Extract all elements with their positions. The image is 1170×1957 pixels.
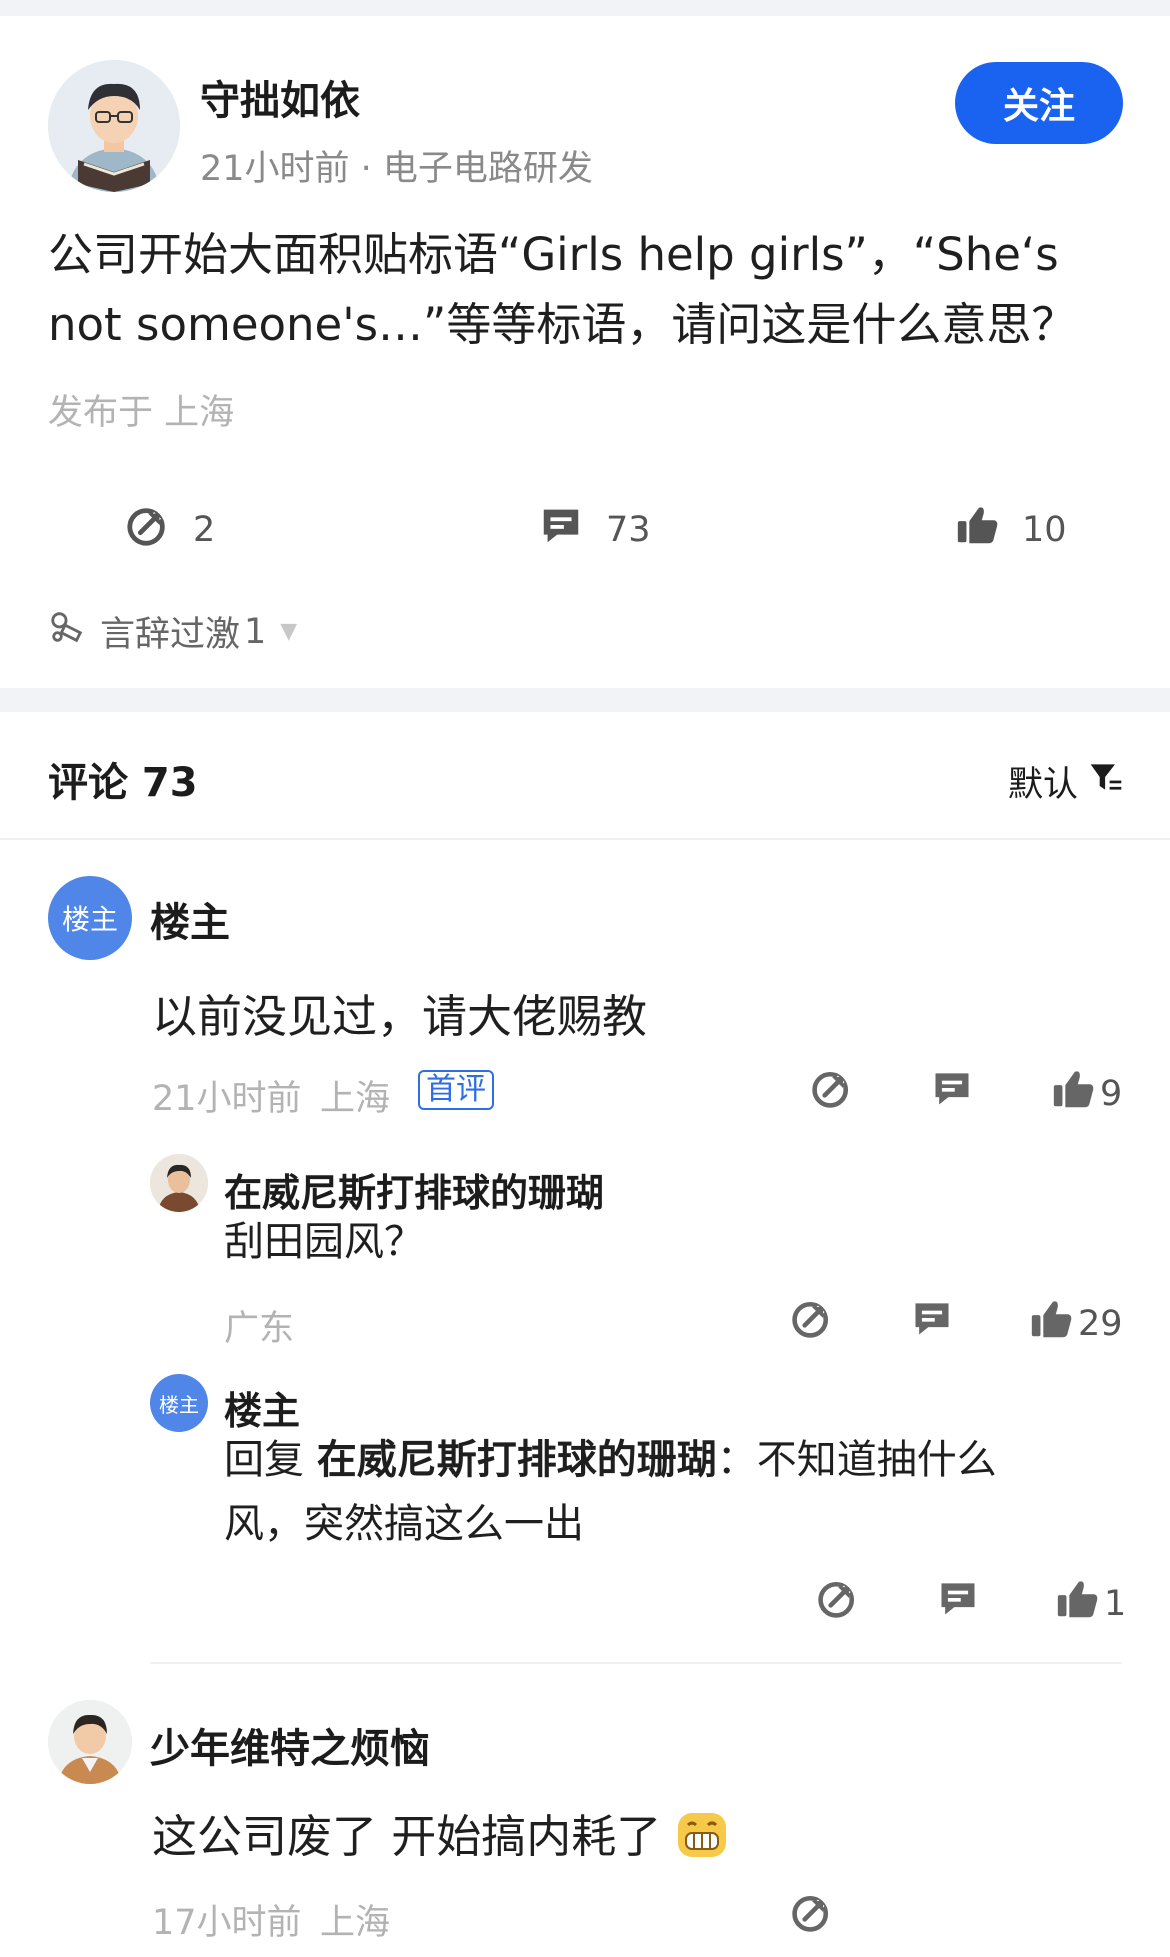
post-location: 发布于 上海	[48, 393, 235, 433]
share-count: 2	[193, 509, 216, 550]
sort-dropdown[interactable]: 默认	[1008, 756, 1124, 807]
comment-divider	[150, 1662, 1122, 1664]
comment-reply-button[interactable]	[930, 1066, 974, 1114]
reply-colon: ：	[716, 1437, 757, 1483]
reply-share-button[interactable]	[816, 1576, 860, 1624]
comment-location: 上海	[320, 1079, 391, 1119]
author-name[interactable]: 守拙如依	[200, 68, 360, 126]
comment-like-button[interactable]: 9	[1050, 1066, 1122, 1121]
caret-down-icon: ▼	[280, 619, 298, 644]
reply-like-count: 29	[1078, 1303, 1123, 1344]
reply-reply-button[interactable]	[910, 1296, 954, 1344]
tag-row[interactable]: 言辞过激 1 ▼	[48, 606, 297, 657]
thumbs-up-icon	[1054, 1576, 1100, 1631]
comment-body: 这公司废了 开始搞内耗了	[152, 1800, 728, 1872]
op-badge-avatar[interactable]: 楼主	[150, 1374, 208, 1432]
comment-author[interactable]: 少年维特之烦恼	[150, 1716, 430, 1774]
comment-location: 上海	[320, 1903, 391, 1943]
author-meta: 21小时前 · 电子电路研发	[200, 149, 593, 189]
comments-title: 评论 73	[48, 760, 198, 806]
first-comment-badge: 首评	[418, 1070, 494, 1110]
top-strip	[0, 0, 1170, 16]
op-badge-avatar[interactable]: 楼主	[48, 876, 132, 960]
tag-count: 1	[244, 611, 267, 652]
reply-text-line2: 风，突然搞这么一出	[224, 1501, 584, 1547]
thumbs-up-icon	[954, 502, 1000, 557]
author-avatar[interactable]	[48, 60, 180, 192]
comment-time: 17小时前	[152, 1903, 302, 1943]
reply-like-button[interactable]: 1	[1054, 1576, 1126, 1631]
share-stat[interactable]: 2	[125, 502, 215, 557]
like-stat[interactable]: 10	[954, 502, 1067, 557]
comment-text: 这公司废了 开始搞内耗了	[152, 1810, 662, 1863]
reply-like-count: 1	[1104, 1583, 1127, 1624]
reply-share-button[interactable]	[790, 1296, 834, 1344]
reply-author[interactable]: 在威尼斯打排球的珊瑚	[224, 1162, 604, 1217]
section-divider	[0, 688, 1170, 712]
share-icon	[125, 502, 171, 557]
reply-like-button[interactable]: 29	[1028, 1296, 1123, 1351]
reply-author[interactable]: 楼主	[224, 1380, 300, 1435]
comment-author[interactable]: 楼主	[150, 890, 230, 948]
reply-body: 回复 在威尼斯打排球的珊瑚：不知道抽什么 风，突然搞这么一出	[224, 1428, 1104, 1556]
thumbs-up-icon	[1028, 1296, 1074, 1351]
filter-icon	[1088, 759, 1124, 804]
comment-stat[interactable]: 73	[538, 502, 651, 557]
comment-count: 73	[606, 509, 651, 550]
like-count: 10	[1022, 509, 1067, 550]
comment-icon	[538, 502, 584, 557]
sort-label: 默认	[1008, 765, 1079, 805]
reply-body: 刮田园风？	[224, 1219, 424, 1265]
comment-time: 21小时前	[152, 1079, 302, 1119]
reply-avatar[interactable]	[150, 1154, 208, 1212]
thumbs-up-icon	[1050, 1066, 1096, 1121]
reply-text-line1: 不知道抽什么	[756, 1437, 997, 1483]
follow-button[interactable]: 关注	[955, 62, 1123, 144]
reply-to-user[interactable]: 在威尼斯打排球的珊瑚	[317, 1437, 717, 1483]
reply-reply-button[interactable]	[936, 1576, 980, 1624]
reply-location: 广东	[224, 1309, 295, 1349]
tag-icon	[48, 608, 86, 655]
grin-emoji-icon	[676, 1809, 728, 1872]
comment-body: 以前没见过，请大佬赐教	[152, 990, 648, 1043]
tag-label: 言辞过激	[100, 615, 241, 655]
comment-like-count: 9	[1100, 1073, 1123, 1114]
comment-share-button[interactable]	[790, 1890, 834, 1938]
header-divider	[0, 838, 1170, 840]
comment-share-button[interactable]	[810, 1066, 854, 1114]
commenter-avatar[interactable]	[48, 1700, 132, 1784]
post-title: 公司开始大面积贴标语“Girls help girls”，“She‘s not …	[48, 228, 1077, 351]
reply-prefix: 回复	[224, 1437, 304, 1483]
